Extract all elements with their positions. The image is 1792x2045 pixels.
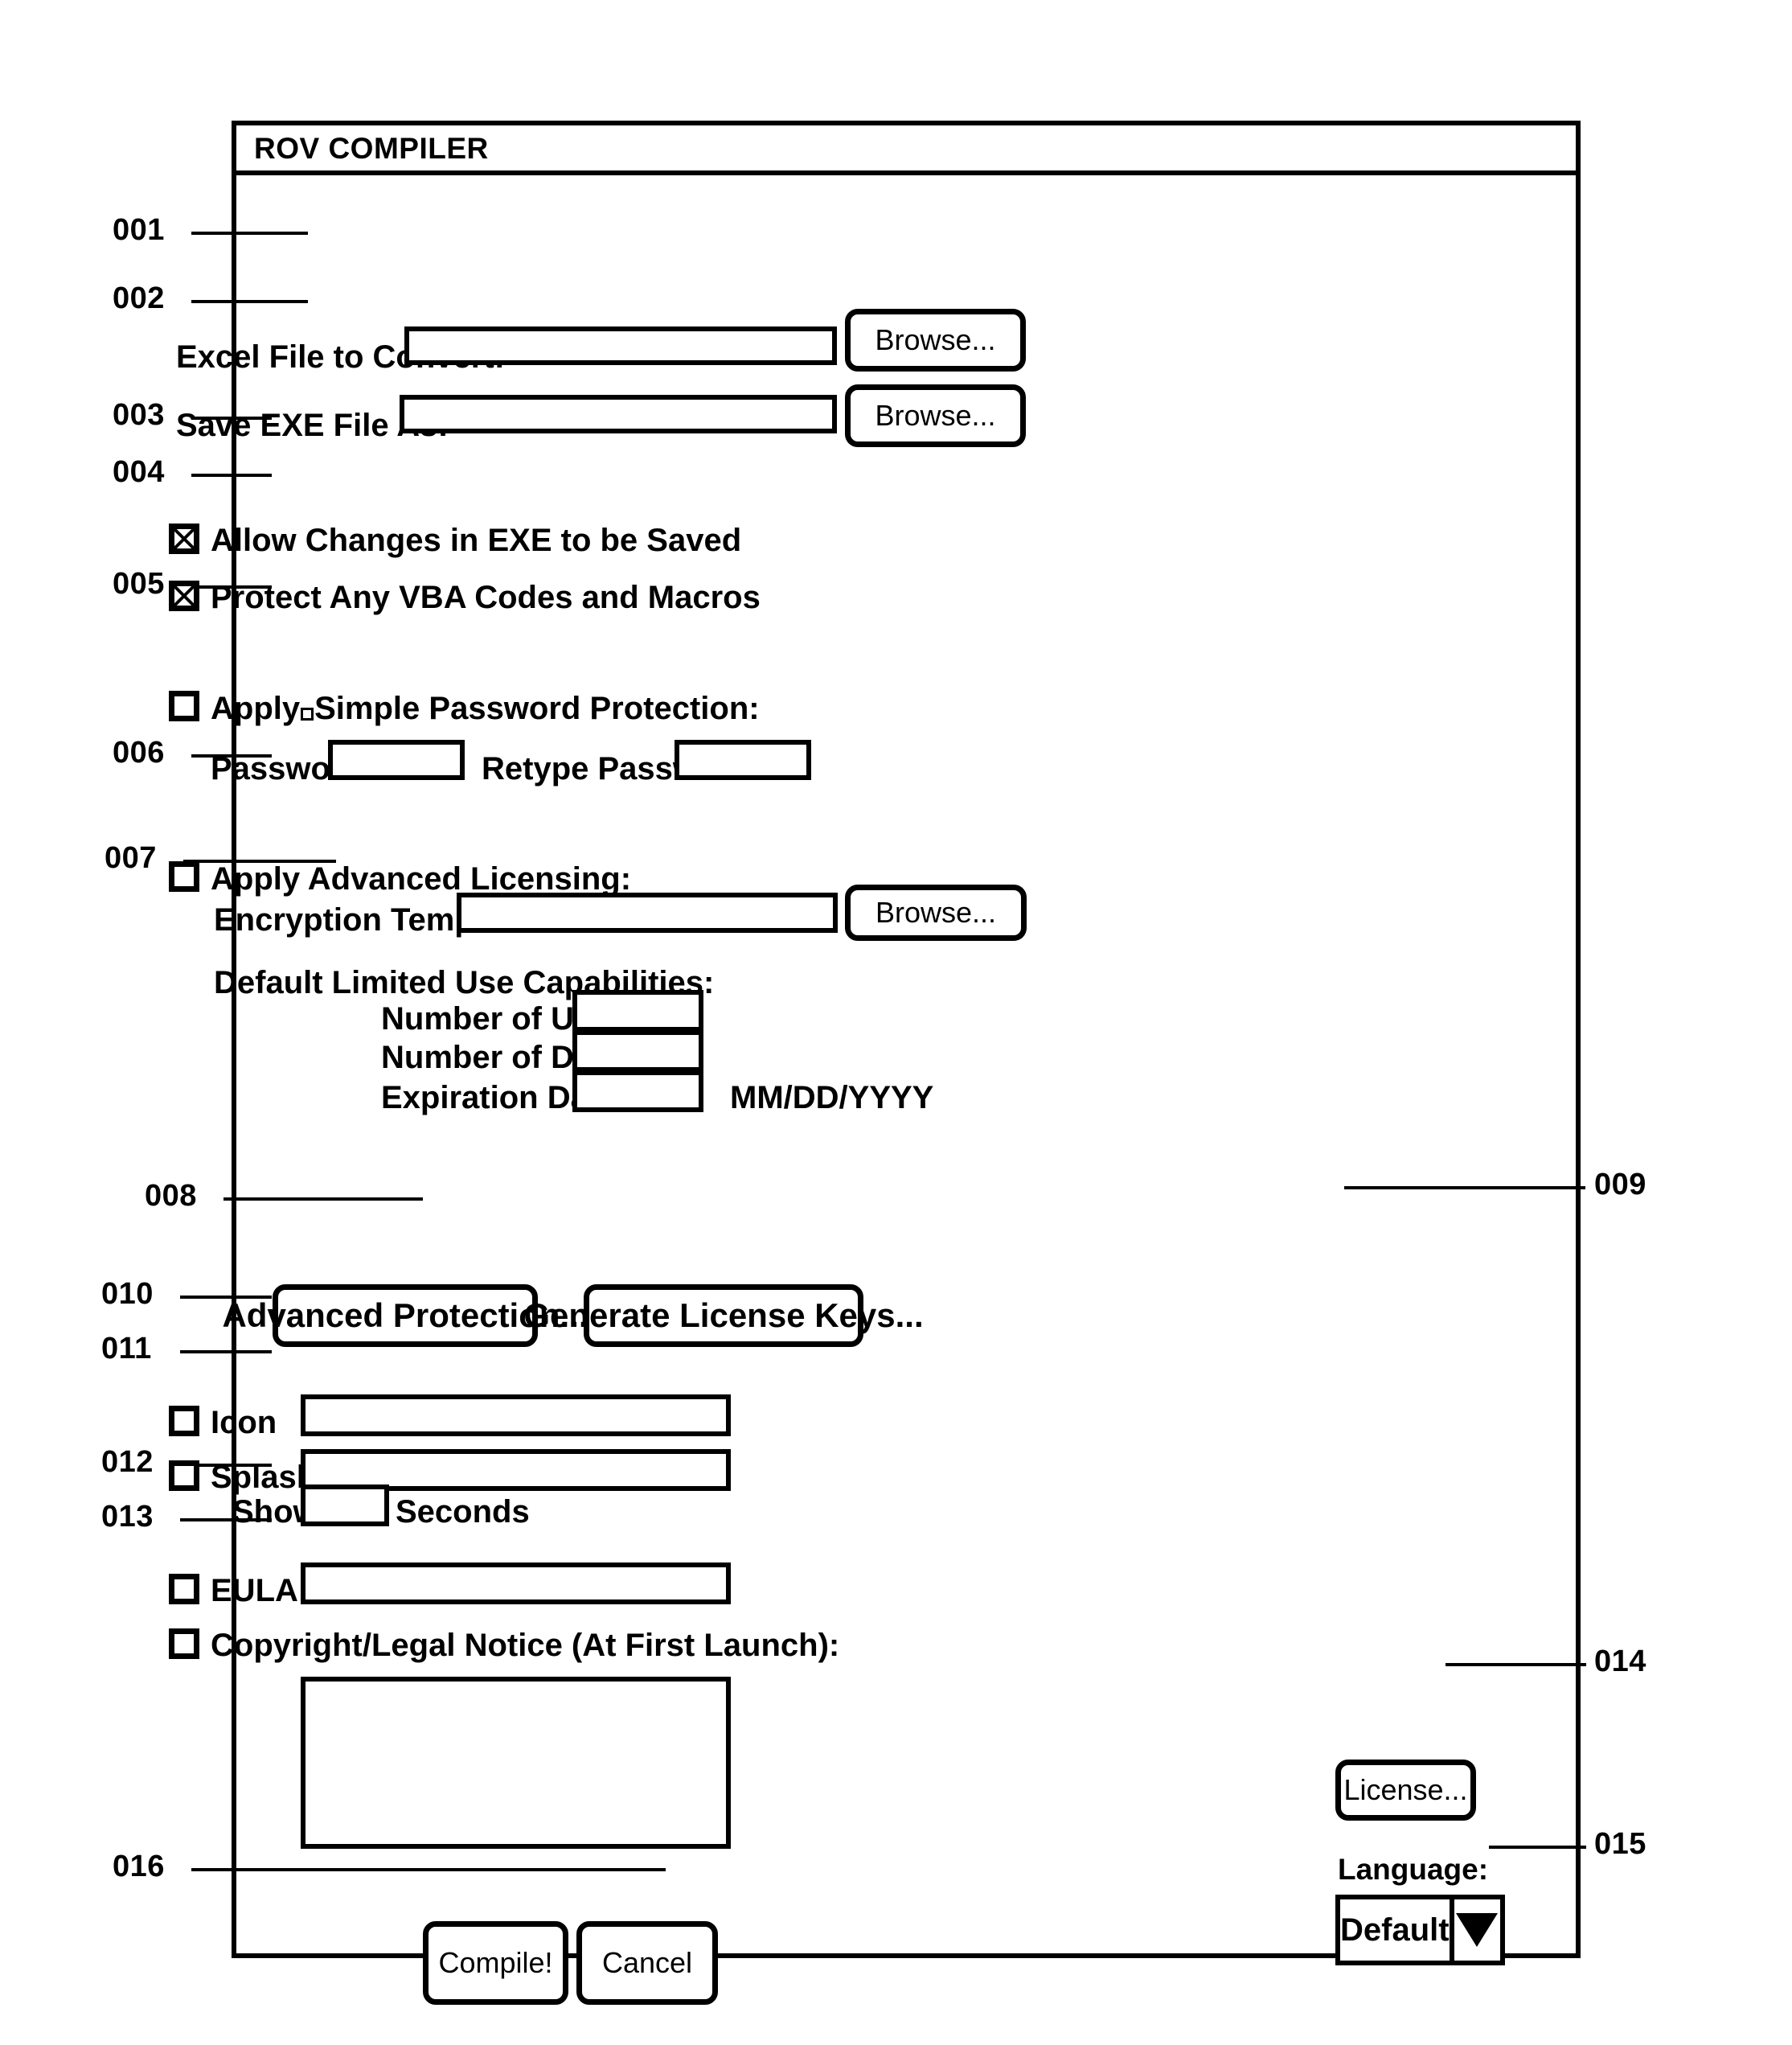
ref-number-015: 015 [1594,1827,1646,1861]
eula-label: EULA [211,1573,298,1608]
apply-simple-password-label-part2: Simple Password Protection: [314,691,760,726]
ref-number-007: 007 [105,841,157,875]
save-exe-input[interactable] [400,395,837,433]
language-label: Language: [1338,1853,1489,1886]
ref-number-010: 010 [101,1277,154,1311]
icon-checkbox[interactable] [169,1406,199,1436]
ref-number-002: 002 [113,281,165,315]
encryption-template-input[interactable] [457,893,838,933]
eula-path-input[interactable] [301,1562,731,1604]
apply-simple-password-label-part1: Apply [211,691,301,726]
icon-label: Icon [211,1405,277,1440]
number-of-uses-input[interactable] [572,990,703,1032]
ref-number-001: 001 [113,213,165,247]
ref-number-009: 009 [1594,1168,1646,1201]
browse-encryption-template-button[interactable]: Browse... [845,885,1027,941]
chevron-down-icon[interactable] [1449,1899,1500,1961]
ref-number-014: 014 [1594,1645,1646,1678]
expiration-date-format-label: MM/DD/YYYY [730,1080,934,1115]
apply-simple-password-label: Apply Simple Password Protection: [211,692,760,725]
advanced-protection-button[interactable]: Advanced Protection... [222,1284,588,1347]
ref-number-013: 013 [101,1500,154,1534]
rov-compiler-dialog: ROV COMPILER Excel File to Convert: Brow… [169,121,1581,2005]
generate-license-keys-button[interactable]: Generate License Keys... [523,1284,924,1347]
ref-number-016: 016 [113,1850,165,1883]
browse-save-exe-button[interactable]: Browse... [845,384,1026,447]
show-seconds-input[interactable] [301,1484,389,1526]
language-select-value: Default [1340,1912,1450,1948]
copyright-notice-checkbox[interactable] [169,1628,199,1659]
language-select[interactable]: Default [1335,1895,1505,1965]
copyright-notice-label: Copyright/Legal Notice (At First Launch)… [211,1628,840,1663]
icon-path-input[interactable] [301,1394,731,1436]
allow-changes-checkbox[interactable] [169,524,199,554]
ref-number-003: 003 [113,398,165,432]
browse-excel-file-button[interactable]: Browse... [845,309,1026,372]
dialog-title: ROV COMPILER [254,132,489,165]
copyright-notice-textarea[interactable] [301,1677,731,1849]
ref-number-008: 008 [145,1179,197,1213]
ref-number-011: 011 [101,1332,152,1365]
apply-advanced-licensing-label: Apply Advanced Licensing: [211,861,632,897]
allow-changes-label: Allow Changes in EXE to be Saved [211,523,742,558]
retype-password-input[interactable] [675,740,811,780]
ref-number-006: 006 [113,736,165,770]
apply-simple-password-checkbox[interactable] [169,691,199,721]
protect-vba-label: Protect Any VBA Codes and Macros [211,580,761,615]
license-button[interactable]: License... [1335,1760,1476,1821]
number-of-days-input[interactable] [572,1030,703,1072]
cancel-button[interactable]: Cancel [576,1921,718,2005]
missing-glyph-icon [301,708,314,721]
eula-checkbox[interactable] [169,1574,199,1604]
splash-checkbox[interactable] [169,1460,199,1491]
ref-number-005: 005 [113,567,165,601]
compile-button[interactable]: Compile! [423,1921,568,2005]
expiration-date-input[interactable] [572,1070,703,1112]
password-input[interactable] [328,740,465,780]
excel-file-input[interactable] [404,326,837,365]
ref-number-012: 012 [101,1445,154,1479]
apply-advanced-licensing-checkbox[interactable] [169,861,199,892]
seconds-label: Seconds [396,1494,530,1530]
ref-number-004: 004 [113,455,165,489]
protect-vba-checkbox[interactable] [169,581,199,611]
dialog-titlebar: ROV COMPILER [236,125,1576,175]
